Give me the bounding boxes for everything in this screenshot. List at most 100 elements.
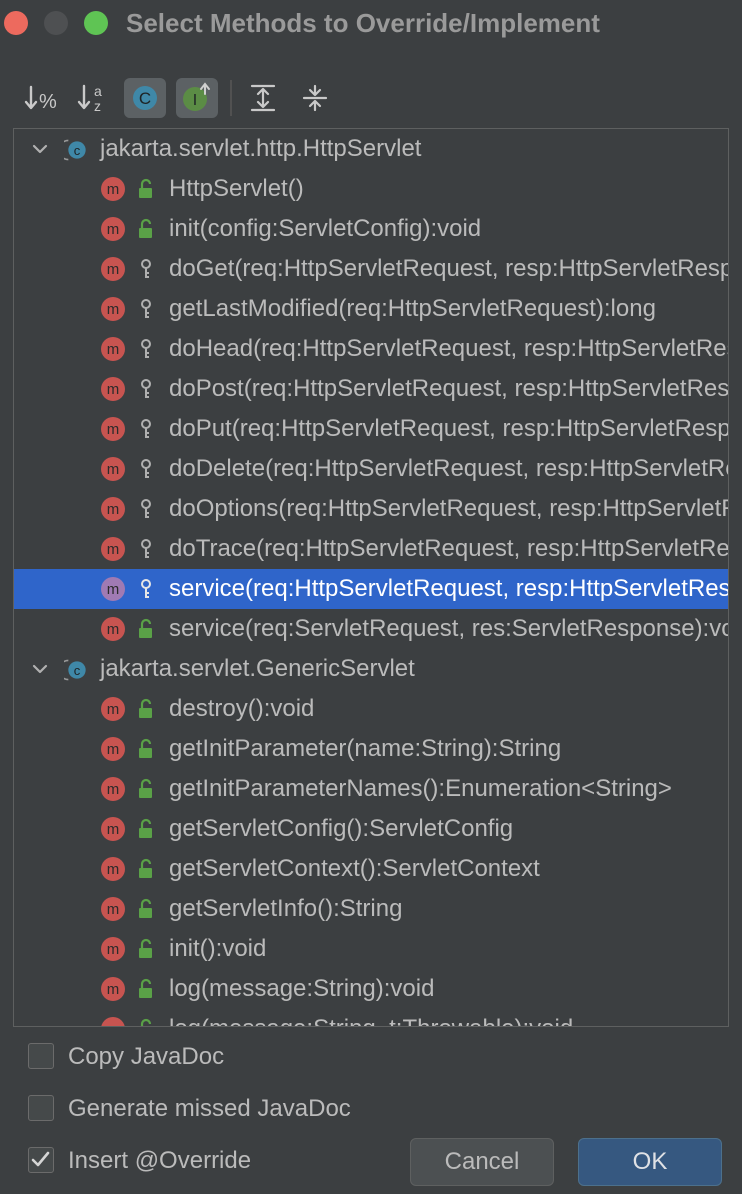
svg-text:m: m <box>107 221 120 238</box>
tree-method-row[interactable]: m getLastModified(req:HttpServletRequest)… <box>14 289 728 329</box>
svg-text:m: m <box>107 981 120 998</box>
tree-class-node[interactable]: c jakarta.servlet.GenericServlet <box>14 649 728 689</box>
tree-method-row[interactable]: m init(config:ServletConfig):void <box>14 209 728 249</box>
svg-text:m: m <box>107 941 120 958</box>
method-signature: service(req:HttpServletRequest, resp:Htt… <box>169 575 728 602</box>
tree-method-row[interactable]: m getServletContext():ServletContext <box>14 849 728 889</box>
generate-missed-javadoc-label[interactable]: Generate missed JavaDoc <box>68 1095 351 1123</box>
tree-method-row[interactable]: m HttpServlet() <box>14 169 728 209</box>
method-icon: m <box>101 297 125 321</box>
svg-text:m: m <box>107 421 120 438</box>
method-icon: m <box>101 617 125 641</box>
protected-visibility-icon <box>141 539 151 558</box>
tree-method-row[interactable]: m getInitParameterNames():Enumeration<Str… <box>14 769 728 809</box>
tree-method-row[interactable]: m getServletConfig():ServletConfig <box>14 809 728 849</box>
method-icon: m <box>101 497 125 521</box>
method-signature: HttpServlet() <box>169 175 304 202</box>
method-signature: log(message:String):void <box>169 975 435 1002</box>
method-icon: m <box>101 897 125 921</box>
expand-all-button[interactable] <box>242 78 284 118</box>
show-classes-button[interactable]: C <box>124 78 166 118</box>
method-signature: getInitParameter(name:String):String <box>169 735 562 762</box>
close-window-button[interactable] <box>4 11 28 35</box>
expand-all-icon <box>250 84 276 112</box>
class-node-label: jakarta.servlet.http.HttpServlet <box>100 135 422 162</box>
copy-javadoc-checkbox[interactable] <box>28 1043 54 1069</box>
tree-method-row[interactable]: m doDelete(req:HttpServletRequest, resp:H… <box>14 449 728 489</box>
protected-visibility-icon <box>141 379 151 398</box>
insert-override-checkbox[interactable] <box>28 1147 54 1173</box>
tree-method-row[interactable]: m doHead(req:HttpServletRequest, resp:Htt… <box>14 329 728 369</box>
public-visibility-icon <box>139 698 152 718</box>
method-icon: m <box>101 817 125 841</box>
method-signature: service(req:ServletRequest, res:ServletR… <box>169 615 729 642</box>
svg-text:m: m <box>107 581 120 598</box>
collapse-all-button[interactable] <box>294 78 336 118</box>
protected-visibility-icon <box>141 299 151 318</box>
tree-method-row[interactable]: m doOptions(req:HttpServletRequest, resp:… <box>14 489 728 529</box>
public-visibility-icon <box>139 938 152 958</box>
method-icon: m <box>101 777 125 801</box>
ok-button[interactable]: OK <box>578 1138 722 1186</box>
class-icon: c <box>64 139 86 161</box>
method-signature: getServletContext():ServletContext <box>169 855 540 882</box>
tree-method-row[interactable]: m destroy():void <box>14 689 728 729</box>
tree-class-node[interactable]: c jakarta.servlet.http.HttpServlet <box>14 129 728 169</box>
method-signature: getInitParameterNames():Enumeration<Stri… <box>169 775 672 802</box>
dialog-title: Select Methods to Override/Implement <box>126 8 600 38</box>
protected-visibility-icon <box>141 259 151 278</box>
insert-override-label[interactable]: Insert @Override <box>68 1147 251 1175</box>
svg-text:c: c <box>74 663 81 678</box>
tree-method-row[interactable]: m doTrace(req:HttpServletRequest, resp:Ht… <box>14 529 728 569</box>
tree-method-row[interactable]: m getServletInfo():String <box>14 889 728 929</box>
generate-missed-javadoc-checkbox[interactable] <box>28 1095 54 1121</box>
public-visibility-icon <box>139 978 152 998</box>
minimize-window-button[interactable] <box>44 11 68 35</box>
sort-by-visibility-button[interactable]: % <box>21 78 63 118</box>
svg-text:m: m <box>107 301 120 318</box>
protected-visibility-icon <box>141 499 151 518</box>
tree-method-row[interactable]: m init():void <box>14 929 728 969</box>
toolbar-separator <box>230 80 232 116</box>
svg-text:m: m <box>107 741 120 758</box>
cancel-button[interactable]: Cancel <box>410 1138 554 1186</box>
copy-javadoc-label[interactable]: Copy JavaDoc <box>68 1043 224 1071</box>
method-signature: doPut(req:HttpServletRequest, resp:HttpS… <box>169 415 729 442</box>
method-signature: getLastModified(req:HttpServletRequest):… <box>169 295 656 322</box>
method-signature: init():void <box>169 935 267 962</box>
tree-method-row[interactable]: m doPut(req:HttpServletRequest, resp:Http… <box>14 409 728 449</box>
tree-method-row[interactable]: m getInitParameter(name:String):String <box>14 729 728 769</box>
show-interfaces-button[interactable]: I <box>176 78 218 118</box>
tree-method-row[interactable]: m log(message:String):void <box>14 969 728 1009</box>
methods-tree[interactable]: c jakarta.servlet.http.HttpServlet m HttpSe… <box>13 128 729 1027</box>
method-icon: m <box>101 937 125 961</box>
class-node-label: jakarta.servlet.GenericServlet <box>100 655 415 682</box>
svg-text:m: m <box>107 181 120 198</box>
svg-text:m: m <box>107 901 120 918</box>
method-signature: getServletConfig():ServletConfig <box>169 815 514 842</box>
chevron-down-icon[interactable] <box>28 657 52 681</box>
tree-method-row-selected[interactable]: m service(req:HttpServletRequest, resp:Ht… <box>14 569 728 609</box>
public-visibility-icon <box>139 818 152 838</box>
method-signature: init(config:ServletConfig):void <box>169 215 482 242</box>
method-icon: m <box>101 337 125 361</box>
tree-method-row[interactable]: m doGet(req:HttpServletRequest, resp:Http… <box>14 249 728 289</box>
sort-alphabetically-button[interactable]: a z <box>74 78 116 118</box>
method-signature: doGet(req:HttpServletRequest, resp:HttpS… <box>169 255 728 282</box>
svg-text:m: m <box>107 541 120 558</box>
protected-visibility-icon <box>141 339 151 358</box>
method-signature: doTrace(req:HttpServletRequest, resp:Htt… <box>169 535 729 562</box>
svg-text:c: c <box>74 143 81 158</box>
collapse-all-icon <box>302 84 328 112</box>
tree-method-row[interactable]: m log(message:String, t:Throwable):void <box>14 1009 728 1026</box>
svg-text:a: a <box>94 83 102 99</box>
svg-text:m: m <box>107 781 120 798</box>
tree-method-row[interactable]: m service(req:ServletRequest, res:Servlet… <box>14 609 728 649</box>
public-visibility-icon <box>139 898 152 918</box>
method-signature: doOptions(req:HttpServletRequest, resp:H… <box>169 495 728 522</box>
public-visibility-icon <box>139 178 152 198</box>
chevron-down-icon[interactable] <box>28 137 52 161</box>
zoom-window-button[interactable] <box>84 11 108 35</box>
svg-text:m: m <box>107 341 120 358</box>
tree-method-row[interactable]: m doPost(req:HttpServletRequest, resp:Htt… <box>14 369 728 409</box>
